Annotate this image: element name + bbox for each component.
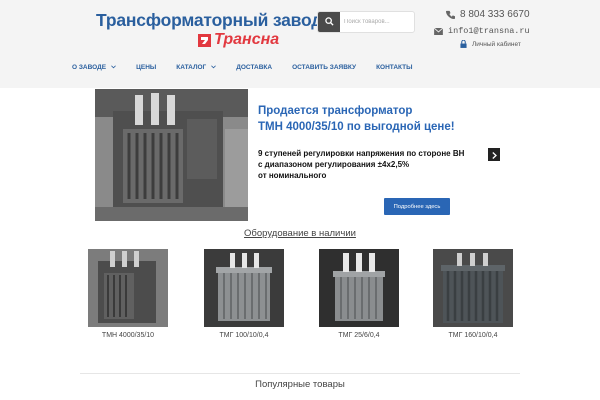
nav-item-prices[interactable]: ЦЕНЫ [136,64,156,71]
search-button[interactable] [318,12,340,32]
chevron-right-icon [491,146,497,164]
main-nav: О ЗАВОДЕ ЦЕНЫ КАТАЛОГ ДОСТАВКА ОСТАВИТЬ … [72,60,433,74]
banner-title-line: Продается трансформатор [258,105,413,117]
mail-icon [434,27,443,35]
banner-description: 9 ступеней регулировки напряжения по сто… [258,148,464,181]
logo[interactable]: Трансформаторный завод Трансна [96,10,322,50]
product-image[interactable] [433,249,513,327]
product-image[interactable] [319,249,399,327]
lock-icon [460,40,467,48]
promo-banner: Продается трансформатор ТМН 4000/35/10 п… [95,89,499,221]
nav-item-label: ЦЕНЫ [136,63,157,71]
nav-item-about[interactable]: О ЗАВОДЕ [72,64,116,71]
nav-item-label: О ЗАВОДЕ [72,63,107,71]
nav-item-catalog[interactable]: КАТАЛОГ [176,63,217,71]
chevron-down-icon [211,65,217,69]
banner-text-line: от номинального [258,171,327,180]
product-grid: ТМН 4000/35/10 ТМГ 100/10/0,4 ТМГ 25/6/0 [88,249,528,345]
email-address: info1@transna.ru [448,26,530,36]
personal-cabinet-label: Личный кабинет [472,40,521,48]
product-card[interactable]: ТМН 4000/35/10 [88,249,168,339]
search-input[interactable] [342,12,414,32]
logo-title: Трансформаторный завод [96,10,323,30]
slider-next-button[interactable] [488,148,500,161]
phone-icon [446,10,455,19]
nav-item-label: ОСТАВИТЬ ЗАЯВКУ [292,63,357,71]
nav-item-contacts[interactable]: КОНТАКТЫ [376,64,412,71]
banner-more-button[interactable]: Подробнее здесь [384,198,450,215]
product-label[interactable]: ТМН 4000/35/10 [88,332,168,339]
chevron-down-icon [111,65,116,69]
product-card[interactable]: ТМГ 25/6/0,4 [319,249,399,339]
product-image[interactable] [88,249,168,327]
product-label[interactable]: ТМГ 160/10/0,4 [433,332,513,339]
banner-title-line: ТМН 4000/35/10 по выгодной цене! [258,121,455,133]
product-label[interactable]: ТМГ 100/10/0,4 [204,332,284,339]
popular-section-title: Популярные товары [255,379,345,390]
logo-mark-icon [198,34,211,47]
banner-text-line: с диапазоном регулирования ±4х2,5% [258,160,410,169]
search-icon [324,13,334,31]
product-label[interactable]: ТМГ 25/6/0,4 [319,332,399,339]
equipment-section-title[interactable]: Оборудование в наличии [0,228,600,239]
phone-link[interactable]: 8 804 333 6670 [446,9,530,20]
nav-item-label: КАТАЛОГ [176,63,207,71]
phone-number: 8 804 333 6670 [460,9,530,20]
site-header: Трансформаторный завод Трансна 8 8 [0,0,600,88]
logo-subtitle: Трансна [214,31,280,48]
banner-transformer-image [95,89,248,221]
banner-title: Продается трансформатор ТМН 4000/35/10 п… [258,103,455,135]
nav-item-label: КОНТАКТЫ [376,63,413,71]
product-image[interactable] [204,249,284,327]
nav-item-delivery[interactable]: ДОСТАВКА [236,64,272,71]
nav-item-label: ДОСТАВКА [236,63,273,71]
email-link[interactable]: info1@transna.ru [434,26,530,36]
banner-text-line: 9 ступеней регулировки напряжения по сто… [258,149,465,158]
nav-item-request[interactable]: ОСТАВИТЬ ЗАЯВКУ [292,64,356,71]
search-box [317,11,415,33]
section-divider [80,373,520,374]
product-card[interactable]: ТМГ 160/10/0,4 [433,249,513,339]
product-card[interactable]: ТМГ 100/10/0,4 [204,249,284,339]
personal-cabinet-link[interactable]: Личный кабинет [460,40,521,48]
